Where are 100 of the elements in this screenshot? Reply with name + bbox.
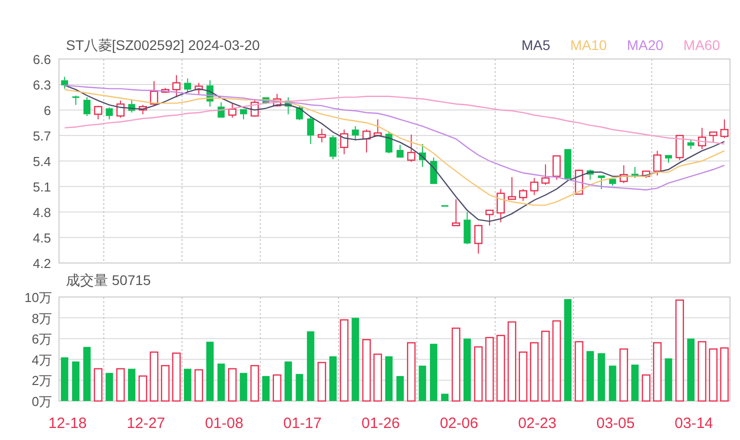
volume-bar — [172, 352, 181, 402]
volume-bar — [574, 341, 584, 402]
candlestick — [631, 166, 638, 178]
x-axis-label: 12-18 — [48, 415, 87, 432]
x-axis-label: 01-26 — [362, 415, 400, 432]
candlestick — [396, 144, 404, 158]
candlestick — [430, 157, 438, 184]
candlestick — [340, 129, 348, 155]
volume-bar — [530, 342, 539, 402]
candlestick — [586, 169, 594, 180]
candlestick — [184, 78, 192, 93]
candlestick — [362, 129, 371, 153]
candlestick — [116, 100, 125, 118]
candlestick — [620, 164, 628, 184]
volume-bar — [373, 354, 382, 402]
candlestick — [720, 118, 728, 139]
volume-bar — [664, 358, 672, 401]
volume-bar — [464, 338, 471, 401]
candlestick — [407, 134, 416, 162]
volume-bar — [474, 346, 483, 402]
volume-bar — [128, 368, 136, 401]
candlestick — [138, 104, 147, 115]
y-axis-label: 5.7 — [32, 128, 51, 144]
volume-bar — [318, 362, 326, 402]
y-axis-label: 6.6 — [32, 52, 51, 67]
y-axis-label: 10万 — [24, 290, 52, 305]
candlestick — [72, 95, 80, 106]
volume-bar — [406, 342, 416, 402]
x-axis-label: 12-27 — [126, 415, 166, 432]
x-axis-label: 01-08 — [204, 415, 244, 432]
volume-bar — [608, 366, 616, 401]
candlestick — [194, 82, 203, 96]
candlestick — [687, 139, 694, 150]
candlestick — [330, 135, 336, 160]
x-axis-label: 03-14 — [674, 415, 714, 432]
candlestick — [61, 76, 68, 90]
chart-title: ST八菱[SZ002592] 2024-03-20 — [66, 38, 260, 52]
candlestick — [307, 115, 314, 144]
x-axis-label: 02-23 — [518, 415, 556, 432]
y-axis-label: 4.2 — [32, 256, 51, 270]
candlestick — [272, 93, 282, 108]
volume-bar — [598, 353, 606, 401]
candlestick — [262, 96, 270, 105]
candlestick — [218, 102, 225, 118]
volume-bar — [619, 348, 628, 402]
volume-bar — [631, 364, 639, 401]
volume-bar — [206, 342, 214, 401]
candlestick — [172, 74, 181, 98]
candlestick — [240, 108, 248, 120]
candlestick — [128, 99, 136, 114]
volume-bar — [418, 366, 426, 401]
candlestick — [564, 148, 572, 180]
y-axis-label: 4.5 — [32, 230, 51, 246]
candlestick — [698, 127, 706, 150]
candlestick — [94, 105, 102, 120]
volume-bar — [541, 330, 550, 402]
volume-bar — [94, 368, 102, 402]
volume-bar — [150, 352, 158, 402]
volume-bar — [194, 369, 204, 402]
legend-label: MA20 — [626, 38, 664, 52]
volume-bar — [284, 361, 292, 401]
y-axis-label: 5.4 — [32, 154, 51, 169]
candlestick — [665, 154, 672, 164]
candlestick — [284, 96, 292, 115]
volume-bar — [184, 368, 192, 401]
volume-bar — [138, 375, 148, 402]
volume-bar — [642, 374, 650, 402]
candlestick — [385, 130, 392, 154]
candlestick — [106, 106, 113, 120]
legend-label: MA10 — [570, 38, 607, 52]
candlestick — [485, 210, 494, 226]
volume-bar — [430, 344, 438, 401]
candlestick — [653, 150, 662, 176]
volume-bar — [698, 341, 706, 402]
y-axis-label: 4.8 — [32, 205, 51, 220]
legend-label: MA60 — [683, 38, 720, 52]
volume-bar — [306, 331, 314, 401]
y-axis-label: 0万 — [32, 394, 52, 409]
volume-bar — [653, 342, 662, 402]
candlestick — [508, 176, 516, 200]
x-axis-label: 03-05 — [596, 415, 635, 432]
volume-bar — [362, 339, 371, 402]
volume-bar — [708, 348, 718, 402]
volume-bar — [83, 346, 91, 401]
candlestick — [464, 212, 471, 245]
volume-bar — [720, 347, 729, 402]
volume-title: 成交量 50715 — [66, 271, 151, 290]
candlestick — [374, 118, 382, 137]
volume-bar — [485, 336, 494, 402]
volume-bar — [296, 374, 304, 401]
y-axis-label: 6万 — [32, 332, 52, 347]
volume-bar — [72, 361, 80, 401]
y-axis-label: 6.3 — [32, 78, 51, 92]
legend-label: MA5 — [521, 38, 550, 52]
candlestick — [598, 174, 605, 190]
volume-bar — [329, 356, 337, 401]
volume-bar — [518, 352, 528, 402]
y-axis-label: 4万 — [32, 352, 52, 368]
volume-bar — [262, 376, 270, 401]
volume-bar — [441, 394, 449, 401]
